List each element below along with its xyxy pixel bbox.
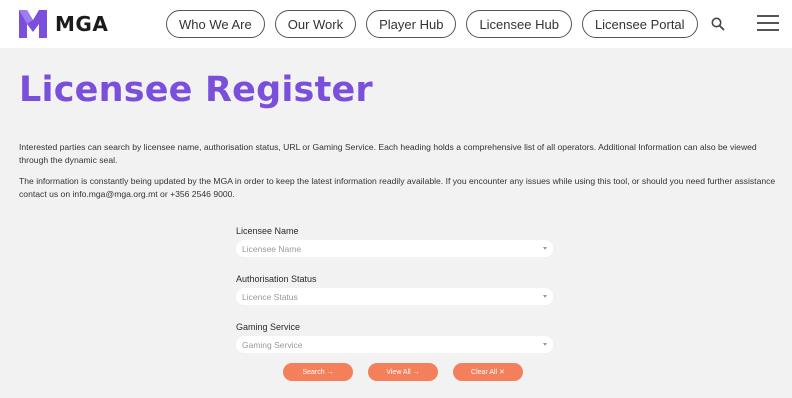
logo-text: MGA xyxy=(55,12,109,36)
form-actions: Search → View All → Clear All ✕ xyxy=(283,363,523,381)
authorisation-status-placeholder: Licence Status xyxy=(242,291,298,302)
authorisation-status-label: Authorisation Status xyxy=(236,274,317,284)
authorisation-status-select[interactable]: Licence Status xyxy=(236,288,553,305)
gaming-service-label: Gaming Service xyxy=(236,322,301,332)
nav-player-hub[interactable]: Player Hub xyxy=(366,10,457,38)
nav-licensee-portal[interactable]: Licensee Portal xyxy=(581,10,698,38)
gaming-service-select[interactable]: Gaming Service xyxy=(236,336,553,353)
site-header: MGA Who We Are Our Work Player Hub Licen… xyxy=(0,0,792,48)
chevron-down-icon xyxy=(543,343,547,346)
hamburger-menu-icon[interactable] xyxy=(757,15,779,33)
mga-logo-icon xyxy=(19,10,47,38)
nav-licensee-hub[interactable]: Licensee Hub xyxy=(466,10,572,38)
mga-logo[interactable]: MGA xyxy=(19,10,108,38)
clear-all-button[interactable]: Clear All ✕ xyxy=(453,363,523,381)
nav-who-we-are[interactable]: Who We Are xyxy=(166,10,265,38)
view-all-button[interactable]: View All → xyxy=(368,363,438,381)
page-title: Licensee Register xyxy=(19,70,373,110)
licensee-name-select[interactable]: Licensee Name xyxy=(236,240,553,257)
chevron-down-icon xyxy=(543,295,547,298)
main-nav: Who We Are Our Work Player Hub Licensee … xyxy=(166,10,698,38)
nav-our-work[interactable]: Our Work xyxy=(274,10,357,38)
search-icon[interactable] xyxy=(710,16,726,32)
licensee-name-label: Licensee Name xyxy=(236,226,299,236)
contact-paragraph: The information is constantly being upda… xyxy=(19,176,776,199)
gaming-service-placeholder: Gaming Service xyxy=(242,339,303,350)
licensee-name-placeholder: Licensee Name xyxy=(242,243,302,254)
chevron-down-icon xyxy=(543,247,547,250)
search-button[interactable]: Search → xyxy=(283,363,353,381)
intro-paragraph: Interested parties can search by license… xyxy=(19,142,757,165)
